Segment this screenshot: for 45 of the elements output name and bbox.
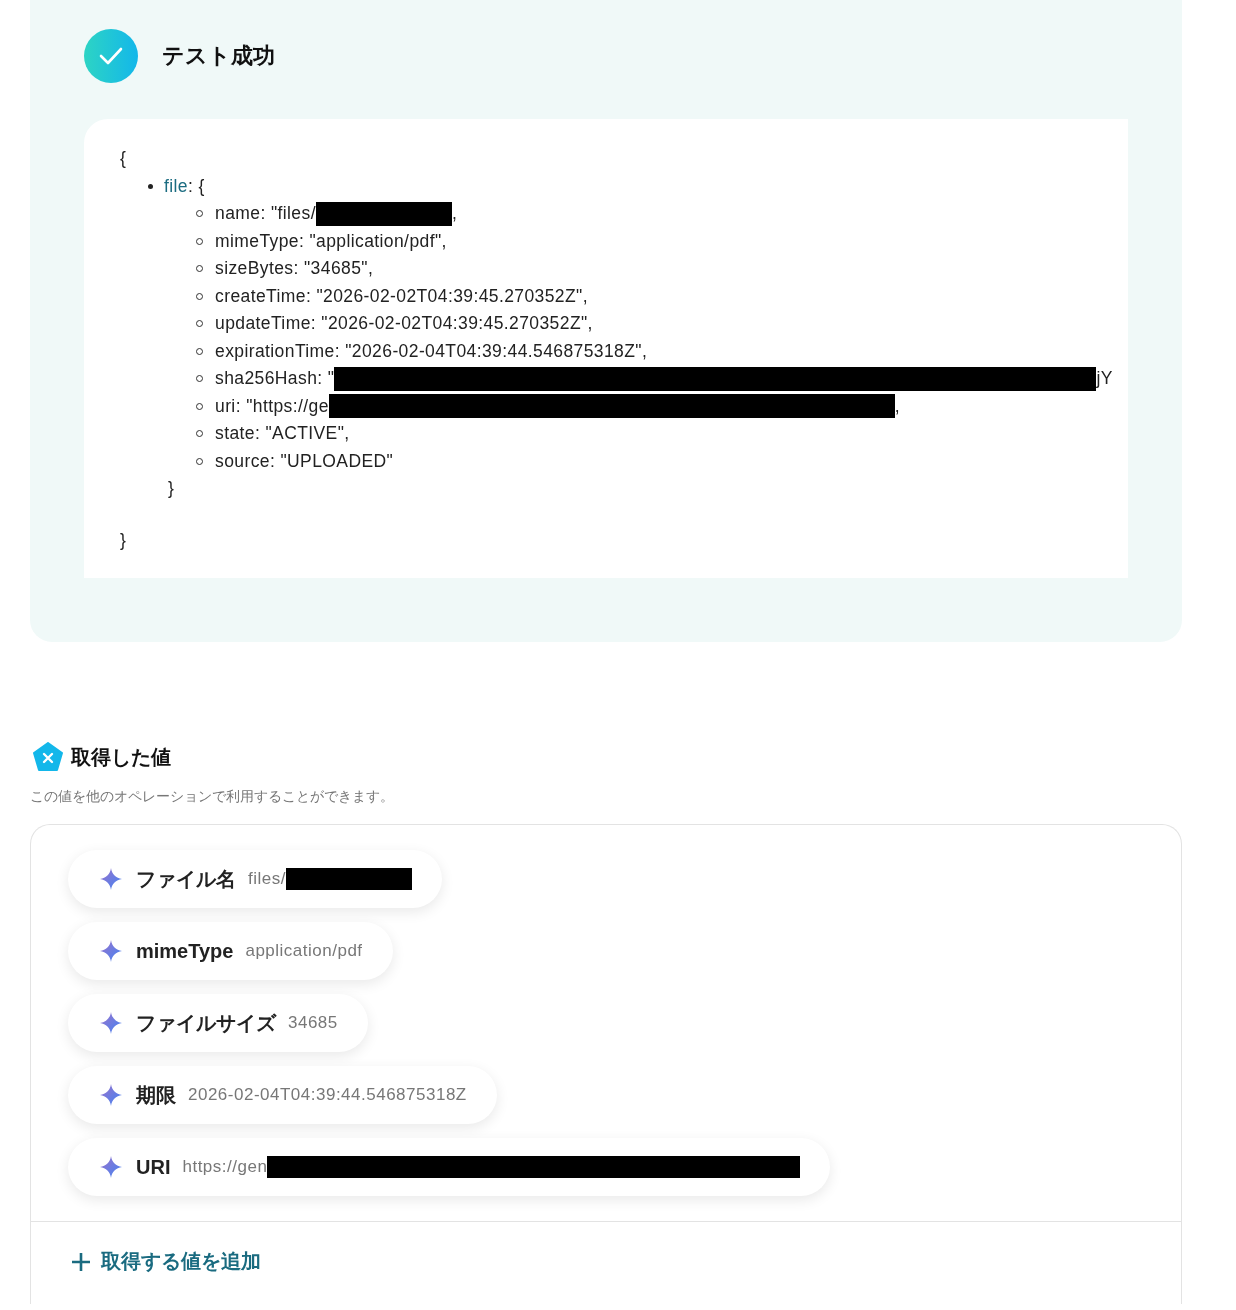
code-text: } bbox=[120, 528, 127, 552]
value-chip[interactable]: URI https://gen bbox=[68, 1138, 831, 1196]
code-text: name: "files/ bbox=[215, 202, 316, 225]
code-text: mimeType: "application/pdf", bbox=[215, 229, 447, 253]
value-text: 2026-02-04T04:39:44.546875318Z bbox=[188, 1085, 467, 1105]
value-chip[interactable]: mimeType application/pdf bbox=[68, 922, 393, 980]
value-text: https://gen bbox=[182, 1157, 268, 1177]
code-text: source: "UPLOADED" bbox=[215, 449, 394, 473]
sparkle-icon bbox=[100, 1012, 122, 1034]
sparkle-icon bbox=[100, 1084, 122, 1106]
plus-icon bbox=[71, 1251, 91, 1272]
add-value-button[interactable]: 取得する値を追加 bbox=[71, 1248, 261, 1275]
code-text: { bbox=[120, 147, 127, 170]
code-text: sizeBytes: "34685", bbox=[215, 257, 374, 280]
result-title: テスト成功 bbox=[162, 42, 275, 70]
code-text: jY bbox=[1096, 367, 1113, 390]
value-chip[interactable]: ファイルサイズ 34685 bbox=[68, 994, 368, 1052]
value-label: ファイル名 bbox=[136, 866, 236, 892]
value-chip[interactable]: ファイル名 files/ bbox=[68, 850, 442, 908]
value-label: URI bbox=[136, 1155, 171, 1179]
sparkle-icon bbox=[100, 1156, 122, 1178]
value-text: 34685 bbox=[288, 1013, 338, 1033]
code-text: } bbox=[168, 477, 175, 500]
code-text: createTime: "2026-02-02T04:39:45.270352Z", bbox=[215, 284, 588, 308]
value-chip[interactable]: 期限 2026-02-04T04:39:44.546875318Z bbox=[68, 1066, 497, 1124]
section-description: この値を他のオペレーションで利用することができます。 bbox=[30, 788, 395, 806]
code-key: file bbox=[164, 172, 188, 200]
variable-icon bbox=[33, 742, 63, 772]
code-text: state: "ACTIVE", bbox=[215, 422, 350, 445]
sparkle-icon bbox=[100, 868, 122, 890]
value-label: mimeType bbox=[136, 939, 234, 963]
code-text: , bbox=[451, 202, 458, 225]
code-text: sha256Hash: " bbox=[215, 367, 335, 390]
code-text: updateTime: "2026-02-02T04:39:45.270352Z", bbox=[215, 312, 593, 335]
value-text: files/ bbox=[248, 869, 286, 889]
value-text: application/pdf bbox=[245, 941, 363, 961]
value-label: 期限 bbox=[136, 1082, 176, 1108]
code-text: , bbox=[894, 394, 901, 418]
value-label: ファイルサイズ bbox=[136, 1010, 276, 1036]
code-text: expirationTime: "2026-02-04T04:39:44.546875318Z", bbox=[215, 339, 648, 363]
code-text: uri: "https://ge bbox=[215, 394, 329, 418]
section-title: 取得した値 bbox=[71, 744, 171, 770]
code-text: : { bbox=[188, 174, 205, 198]
bullet-icon bbox=[148, 183, 153, 189]
sparkle-icon bbox=[100, 940, 122, 962]
